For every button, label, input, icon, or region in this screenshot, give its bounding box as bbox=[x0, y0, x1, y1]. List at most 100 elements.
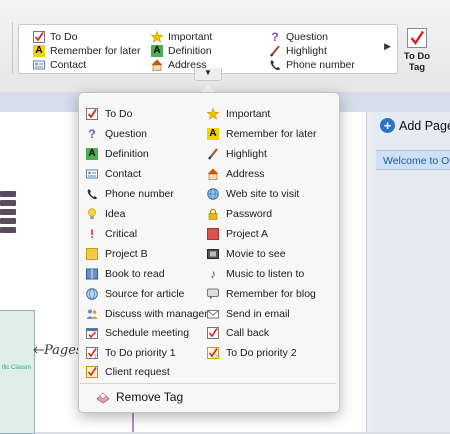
svg-text:2: 2 bbox=[215, 355, 218, 360]
eraser-icon bbox=[96, 390, 110, 404]
remove-tag-button[interactable]: Remove Tag bbox=[96, 390, 183, 404]
menu-item-phone-number[interactable]: Phone number bbox=[86, 186, 174, 202]
page-list-item[interactable]: Welcome to On bbox=[376, 150, 450, 170]
menu-item-label: Send in email bbox=[226, 308, 290, 320]
gallery-item-label: Contact bbox=[50, 59, 87, 71]
menu-item-label: Client request bbox=[105, 366, 170, 378]
padlock-icon bbox=[207, 208, 219, 220]
menu-item-critical[interactable]: ! Critical bbox=[86, 226, 137, 242]
gallery-item-contact[interactable]: Contact bbox=[33, 58, 86, 72]
menu-item-label: Movie to see bbox=[226, 248, 286, 260]
client-check-icon bbox=[86, 366, 98, 378]
menu-item-question[interactable]: ? Question bbox=[86, 126, 147, 142]
plus-icon: + bbox=[380, 118, 395, 133]
menu-item-todo-priority-2[interactable]: 2 To Do priority 2 bbox=[207, 345, 297, 361]
ribbon-separator bbox=[12, 22, 13, 74]
menu-item-label: To Do priority 1 bbox=[105, 347, 176, 359]
menu-item-movie-to-see[interactable]: Movie to see bbox=[207, 246, 286, 262]
question-icon: ? bbox=[271, 30, 279, 44]
menu-item-client-request[interactable]: Client request bbox=[86, 364, 170, 380]
gallery-item-label: Important bbox=[168, 31, 213, 43]
highlight-a-icon: A bbox=[33, 45, 45, 57]
menu-item-label: Project B bbox=[105, 248, 148, 260]
gallery-item-label: Question bbox=[286, 31, 329, 43]
menu-item-todo[interactable]: To Do bbox=[86, 106, 132, 122]
gallery-item-question[interactable]: ? Question bbox=[269, 30, 328, 44]
menu-item-remember-for-blog[interactable]: Remember for blog bbox=[207, 286, 316, 302]
notebook-illustration bbox=[0, 188, 20, 240]
menu-item-definition[interactable]: A Definition bbox=[86, 146, 149, 162]
gallery-item-label: Phone number bbox=[286, 59, 355, 71]
gallery-item-important[interactable]: Important bbox=[151, 30, 212, 44]
film-icon bbox=[207, 248, 219, 260]
gallery-item-remember-for-later[interactable]: A Remember for later bbox=[33, 44, 140, 58]
music-note-icon: ♪ bbox=[210, 267, 216, 281]
red-square-icon bbox=[207, 228, 219, 240]
menu-item-label: Discuss with manager bbox=[105, 308, 208, 320]
menu-item-highlight[interactable]: Highlight bbox=[207, 146, 267, 162]
pages-annotation: Pages bbox=[44, 343, 83, 358]
gallery-expand-button[interactable]: ▼ bbox=[194, 68, 222, 81]
menu-item-address[interactable]: Address bbox=[207, 166, 265, 182]
menu-item-password[interactable]: Password bbox=[207, 206, 272, 222]
menu-item-label: Password bbox=[226, 208, 273, 220]
speech-bubble-icon bbox=[207, 288, 219, 300]
star-icon bbox=[151, 31, 163, 43]
gallery-item-label: Definition bbox=[168, 45, 212, 57]
menu-item-label: Web site to visit bbox=[226, 188, 300, 200]
menu-item-idea[interactable]: Idea bbox=[86, 206, 125, 222]
menu-item-label: Book to read bbox=[105, 268, 165, 280]
menu-item-project-a[interactable]: Project A bbox=[207, 226, 268, 242]
menu-item-todo-priority-1[interactable]: 1 To Do priority 1 bbox=[86, 345, 176, 361]
gallery-item-label: Highlight bbox=[286, 45, 327, 57]
globe-icon bbox=[207, 188, 219, 200]
menu-item-important[interactable]: Important bbox=[207, 106, 270, 122]
menu-item-schedule-meeting[interactable]: Schedule meeting bbox=[86, 325, 189, 341]
menu-item-book-to-read[interactable]: Book to read bbox=[86, 266, 165, 282]
menu-item-send-in-email[interactable]: Send in email bbox=[207, 306, 290, 322]
menu-item-project-b[interactable]: Project B bbox=[86, 246, 148, 262]
todo-priority-1-icon: 1 bbox=[86, 347, 98, 359]
menu-item-label: Question bbox=[105, 128, 148, 140]
remove-tag-label: Remove Tag bbox=[116, 390, 184, 404]
menu-item-label: Address bbox=[226, 168, 265, 180]
menu-item-source-for-article[interactable]: Source for article bbox=[86, 286, 184, 302]
menu-item-label: Call back bbox=[226, 327, 270, 339]
menu-item-label: Highlight bbox=[226, 148, 267, 160]
gallery-item-highlight[interactable]: Highlight bbox=[269, 44, 327, 58]
menu-item-label: To Do priority 2 bbox=[226, 347, 297, 359]
page-thumbnail: ific Classm bbox=[0, 310, 35, 434]
gallery-item-phone-number[interactable]: Phone number bbox=[269, 58, 355, 72]
people-icon bbox=[86, 308, 98, 320]
marker-icon bbox=[269, 45, 281, 57]
phone-icon bbox=[86, 188, 98, 200]
add-page-button[interactable]: + Add Page bbox=[380, 118, 450, 133]
book-icon bbox=[86, 268, 98, 280]
contact-card-icon bbox=[33, 59, 45, 71]
menu-item-label: Remember for blog bbox=[226, 288, 316, 300]
definition-a-icon: A bbox=[86, 148, 98, 160]
menu-item-web-site-to-visit[interactable]: Web site to visit bbox=[207, 186, 299, 202]
menu-item-label: Project A bbox=[226, 228, 269, 240]
menu-item-music-to-listen-to[interactable]: ♪ Music to listen to bbox=[207, 266, 304, 282]
menu-item-discuss-with-manager[interactable]: Discuss with manager bbox=[86, 306, 208, 322]
source-globe-icon bbox=[86, 288, 98, 300]
todo-tag-button[interactable]: To Do Tag bbox=[402, 28, 432, 73]
menu-item-label: Source for article bbox=[105, 288, 185, 300]
gallery-item-todo[interactable]: To Do bbox=[33, 30, 77, 44]
gallery-scroll-right-icon[interactable]: ▶ bbox=[384, 41, 391, 52]
todo-priority-2-icon: 2 bbox=[207, 347, 219, 359]
menu-item-label: Important bbox=[226, 108, 271, 120]
gallery-item-definition[interactable]: A Definition bbox=[151, 44, 212, 58]
menu-item-remember-for-later[interactable]: A Remember for later bbox=[207, 126, 316, 142]
menu-item-label: Contact bbox=[105, 168, 142, 180]
thumbnail-text: ific Classm bbox=[2, 365, 32, 371]
svg-text:1: 1 bbox=[94, 355, 97, 360]
question-icon: ? bbox=[88, 127, 96, 141]
gallery-item-label: Remember for later bbox=[50, 45, 141, 57]
menu-item-call-back[interactable]: Call back bbox=[207, 325, 269, 341]
checkbox-icon bbox=[86, 108, 98, 120]
menu-item-contact[interactable]: Contact bbox=[86, 166, 141, 182]
yellow-square-icon bbox=[86, 248, 98, 260]
todo-tag-label: To Do Tag bbox=[403, 51, 431, 73]
